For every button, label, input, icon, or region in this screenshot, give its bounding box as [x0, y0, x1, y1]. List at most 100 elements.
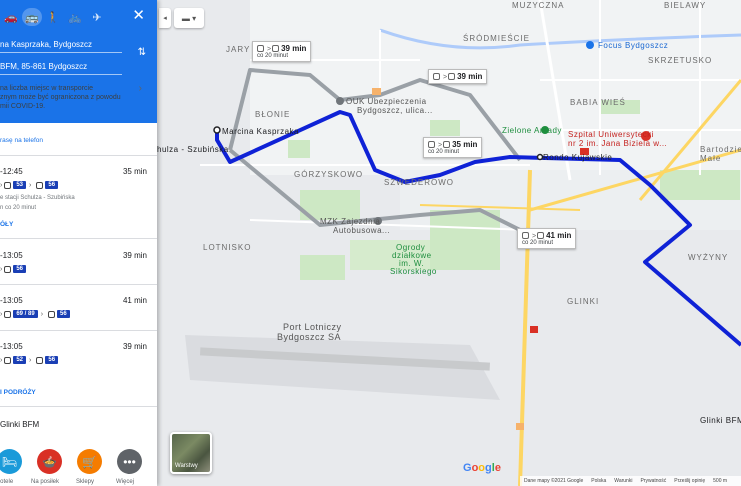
attrib-feedback[interactable]: Prześlij opinię — [674, 478, 705, 484]
chevron-icon: › — [0, 356, 3, 364]
map-label-wyzyny: WYŻYNY — [688, 253, 729, 262]
route-box-frequency: co 20 minut — [257, 53, 289, 59]
poi-szpital[interactable]: Szpital Uniwersytecki — [568, 130, 654, 139]
map-label-blonie: BŁONIE — [255, 110, 291, 119]
restaurant-icon: 🍲 — [42, 454, 57, 469]
divider — [0, 155, 157, 156]
nearby-food-button[interactable]: 🍲 — [37, 449, 62, 474]
walk-icon — [428, 141, 435, 149]
bus-icon — [4, 356, 12, 364]
mode-walk[interactable]: 🚶 — [42, 8, 64, 26]
walk-icon — [433, 73, 440, 81]
mode-transit[interactable]: 🚌 — [22, 8, 42, 26]
option-meta: n co 20 minut — [0, 205, 37, 211]
trip-details-link[interactable]: I PODRÓŻY — [0, 389, 36, 396]
poi-port-lotniczy-2: Bydgoszcz SA — [277, 332, 342, 342]
poi-port-lotniczy[interactable]: Port Lotniczy — [283, 322, 342, 332]
attrib-data: Dane mapy ©2021 Google — [524, 478, 584, 484]
layers-label: Warstwy — [175, 463, 198, 469]
route-box-1[interactable]: >39 min co 20 minut — [252, 41, 312, 62]
nearby-shops-button[interactable]: 🛒 — [77, 449, 102, 474]
poi-ogrody-4: Sikorskiego — [390, 267, 437, 276]
line-chip: 52 — [13, 356, 27, 364]
route-option-2[interactable]: -13:05 39 min › 56 — [0, 251, 157, 291]
poi-mzk[interactable]: MZK Zajezdnia — [320, 217, 380, 226]
map-label-gorzyskowo: GÓRZYSKOWO — [294, 170, 364, 179]
details-link[interactable]: ÓŁY — [0, 221, 13, 228]
chevron-icon: › — [0, 265, 3, 273]
swap-icon[interactable]: ⇅ — [138, 47, 146, 58]
origin-input[interactable]: na Kasprzaka, Bydgoszcz — [0, 40, 122, 53]
bus-icon — [4, 181, 12, 189]
map-attribution: Dane mapy ©2021 Google Polska Warunki Pr… — [520, 476, 741, 486]
map-label-glinki: GLINKI — [567, 297, 600, 306]
stop-label-schulza[interactable]: hulza - Szubińska — [157, 145, 229, 154]
route-box-4[interactable]: >41 min co 20 minut — [517, 228, 577, 249]
option-time: -12:45 — [0, 167, 23, 176]
divider — [0, 284, 157, 285]
more-button[interactable]: ••• — [117, 449, 142, 474]
destination-name: Glinki BFM — [0, 420, 40, 429]
plane-icon: ✈ — [92, 11, 102, 24]
route-box-frequency: co 20 minut — [522, 240, 554, 246]
option-duration: 41 min — [122, 296, 147, 305]
bus-icon — [4, 310, 12, 318]
send-to-phone-link[interactable]: rasę na telefon — [0, 137, 43, 144]
line-chip: 56 — [57, 310, 70, 318]
action-label: Na posiłek — [30, 479, 59, 485]
route-box-frequency: co 20 minut — [428, 149, 460, 155]
bed-icon: 🛏 — [1, 454, 18, 469]
bus-icon — [537, 232, 545, 240]
poi-zielone-arkady[interactable]: Zielone Arkady — [502, 126, 562, 135]
route-option-4[interactable]: -13:05 39 min › 52 › 56 — [0, 342, 157, 382]
bus-icon — [36, 181, 44, 189]
line-chip: 53 — [13, 181, 27, 189]
option-segments: › 69 / 89 › 56 — [0, 310, 70, 318]
bus-icon — [36, 356, 44, 364]
bus-icon — [272, 45, 280, 53]
attrib-terms[interactable]: Warunki — [614, 478, 632, 484]
map-label-srodmiescie: ŚRÓDMIEŚCIE — [463, 34, 531, 43]
route-box-duration: 39 min — [281, 44, 307, 53]
mode-car[interactable]: 🚗 — [0, 8, 22, 26]
map-type-button[interactable]: ▬ ▾ — [174, 8, 204, 28]
stop-label-rondo[interactable]: Rondo Kujawskie — [543, 153, 612, 162]
attrib-country[interactable]: Polska — [591, 478, 606, 484]
keyboard-icon: ▬ ▾ — [181, 13, 197, 23]
map-label-skrzetusko: SKRZETUSKO — [648, 56, 713, 65]
action-label: Więcej — [115, 479, 134, 485]
mode-flight[interactable]: ✈ — [86, 8, 108, 26]
chevron-icon: › — [0, 181, 3, 189]
chevron-icon: › — [0, 310, 3, 318]
bus-icon — [448, 73, 456, 81]
line-chip: 56 — [45, 356, 59, 364]
destination-marker-label[interactable]: Glinki BFM — [700, 416, 741, 425]
poi-focus[interactable]: Focus Bydgoszcz — [598, 41, 668, 50]
route-box-duration: 35 min — [452, 140, 478, 149]
poi-ouk[interactable]: OUK Ubezpieczenia — [346, 97, 427, 106]
divider — [0, 406, 157, 407]
route-option-1[interactable]: -12:45 35 min › 53 › 56 e stacji Schulza -… — [0, 167, 157, 242]
option-time: -13:05 — [0, 296, 23, 305]
nearby-hotels-button[interactable]: 🛏 — [0, 449, 22, 474]
attrib-privacy[interactable]: Prywatność — [640, 478, 666, 484]
poi-mzk-2: Autobusowa... — [333, 226, 391, 235]
bus-icon — [4, 265, 12, 273]
option-duration: 39 min — [122, 342, 147, 351]
layers-toggle[interactable]: Warstwy — [170, 432, 212, 474]
attrib-scale[interactable]: 500 m — [713, 478, 727, 484]
collapse-panel-button[interactable]: ◂ — [159, 8, 171, 28]
bus-icon — [443, 141, 451, 149]
option-segments: › 52 › 56 — [0, 356, 59, 364]
poi-ouk-2: Bydgoszcz, ulica... — [357, 106, 433, 115]
route-box-duration: 39 min — [457, 72, 483, 81]
covid-notice[interactable]: na liczba miejsc w transporcie znym może… — [0, 84, 150, 111]
close-icon[interactable]: ✕ — [132, 8, 145, 23]
option-duration: 39 min — [122, 251, 147, 260]
route-box-3[interactable]: >35 min co 20 minut — [423, 137, 483, 158]
nearby-action-labels: hotele Na posiłek Sklepy Więcej — [0, 479, 145, 485]
route-box-2[interactable]: >39 min — [428, 69, 488, 84]
destination-input[interactable]: BFM, 85-861 Bydgoszcz — [0, 62, 122, 75]
origin-marker-label[interactable]: Marcina Kasprzaka — [222, 127, 299, 136]
mode-bike[interactable]: 🚲 — [64, 8, 86, 26]
